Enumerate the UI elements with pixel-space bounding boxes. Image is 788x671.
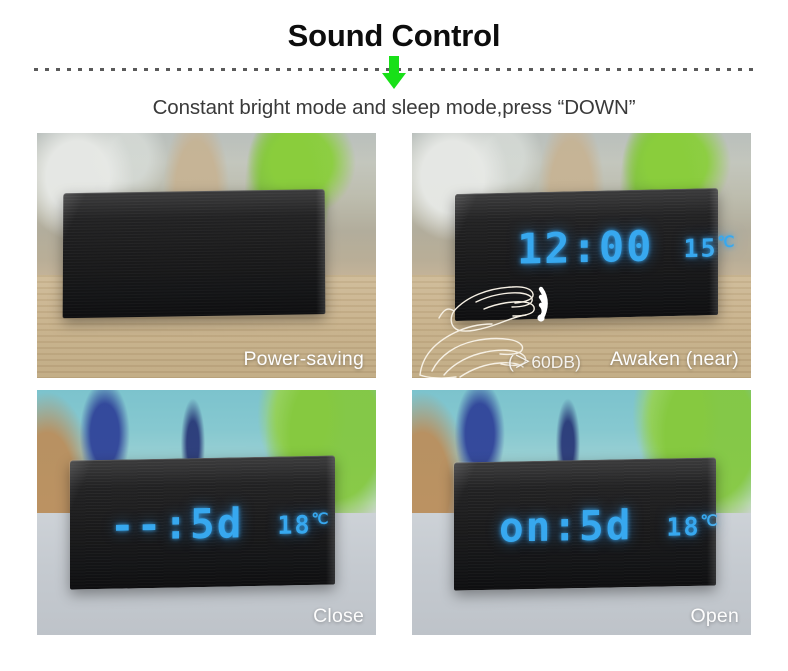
panel-awaken-near: 12:00 15℃ (＞60DB) Awaken (near) — [412, 133, 751, 378]
led-display: on:5d 18℃ — [499, 501, 720, 552]
clock-device: on:5d 18℃ — [454, 457, 720, 591]
panel-caption: Awaken (near) — [609, 348, 739, 370]
panel-open: on:5d 18℃ Open — [412, 390, 751, 635]
clock-device: --:5d 18℃ — [70, 455, 335, 590]
led-time: 12:00 — [517, 221, 654, 274]
panel-caption: Close — [313, 605, 364, 627]
db-threshold-label: (＞60DB) — [508, 352, 581, 372]
led-display: 12:00 15℃ — [517, 221, 737, 274]
product-infographic: Sound Control Constant bright mode and s… — [0, 0, 788, 671]
panel-caption: Power-saving — [243, 348, 364, 370]
panel-power-saving: Power-saving — [37, 133, 376, 378]
photo-grid: Power-saving 12:00 15℃ (＞60DB) Awaken (n… — [37, 133, 751, 635]
led-temperature: 15℃ — [683, 232, 737, 263]
led-display: --:5d 18℃ — [110, 499, 331, 550]
page-title: Sound Control — [287, 18, 501, 53]
page-subtitle: Constant bright mode and sleep mode,pres… — [152, 96, 636, 119]
sound-waves-icon — [534, 285, 574, 325]
led-temperature: 18℃ — [666, 511, 720, 542]
panel-caption: Open — [690, 605, 739, 627]
down-arrow-icon — [381, 56, 407, 90]
clock-device — [62, 189, 326, 319]
panel-close: --:5d 18℃ Close — [37, 390, 376, 635]
led-temperature: 18℃ — [277, 509, 331, 540]
led-time: --:5d — [110, 499, 244, 550]
led-time: on:5d — [499, 501, 633, 552]
